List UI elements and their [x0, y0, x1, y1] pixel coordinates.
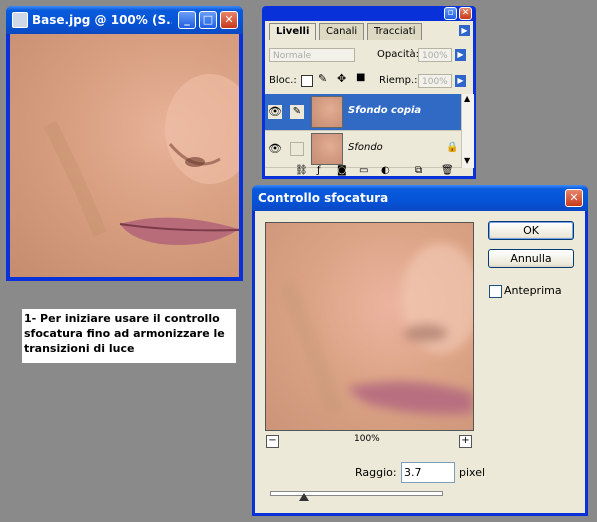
new-layer-icon[interactable]: ⧉ — [415, 165, 422, 176]
radius-unit: pixel — [459, 466, 486, 479]
radius-label: Raggio: — [355, 466, 397, 479]
blur-preview[interactable] — [265, 222, 474, 431]
layer-thumbnail — [311, 133, 343, 165]
visibility-eye-icon[interactable]: 👁 — [268, 142, 282, 156]
new-group-icon[interactable]: ▭ — [359, 165, 368, 176]
blend-mode-select[interactable]: Normale — [269, 48, 355, 62]
document-icon — [12, 12, 28, 28]
zoom-level: 100% — [354, 434, 380, 444]
scroll-up-icon[interactable]: ▲ — [464, 94, 470, 103]
dialog-close-button[interactable]: ✕ — [565, 189, 583, 207]
opacity-label: Opacità: — [377, 49, 420, 60]
radius-slider-track[interactable] — [270, 491, 443, 496]
panel-menu-arrow-icon[interactable]: ▶ — [459, 25, 470, 36]
lock-brush-icon[interactable]: ✎ — [318, 72, 327, 85]
layers-scrollbar[interactable]: ▲ ▼ — [461, 94, 474, 168]
close-button[interactable]: ✕ — [220, 11, 238, 29]
fill-field[interactable]: 100% — [418, 74, 452, 88]
layer-row-sfondo-copia[interactable]: 👁 ✎ Sfondo copia — [265, 94, 461, 131]
opacity-field[interactable]: 100% — [418, 48, 452, 62]
lock-move-icon[interactable]: ✥ — [337, 72, 346, 85]
image-window: Base.jpg @ 100% (S... _ □ ✕ — [6, 6, 243, 281]
trash-icon[interactable]: 🗑 — [441, 165, 454, 176]
link-box[interactable] — [290, 142, 304, 156]
image-window-titlebar[interactable]: Base.jpg @ 100% (S... _ □ ✕ — [6, 6, 243, 34]
radius-slider-thumb[interactable] — [299, 493, 310, 501]
blurred-face-preview — [277, 243, 473, 416]
layer-row-sfondo[interactable]: 👁 Sfondo 🔒 — [265, 131, 461, 168]
tab-paths[interactable]: Tracciati — [367, 23, 423, 40]
lock-icon: 🔒 — [446, 142, 459, 153]
paint-brush-icon: ✎ — [290, 105, 304, 119]
cancel-button[interactable]: Annulla — [488, 249, 574, 268]
tab-layers[interactable]: Livelli — [269, 23, 317, 40]
visibility-eye-icon[interactable]: 👁 — [268, 105, 282, 119]
radius-input[interactable] — [401, 462, 455, 483]
face-photo-canvas[interactable] — [10, 34, 239, 277]
maximize-button[interactable]: □ — [199, 11, 217, 29]
instruction-note: 1- Per iniziare usare il controllo sfoca… — [22, 309, 236, 363]
ok-button[interactable]: OK — [488, 221, 574, 240]
face-photo — [43, 74, 239, 245]
lock-transparency-icon[interactable] — [301, 75, 313, 87]
blur-dialog-title: Controllo sfocatura — [258, 191, 389, 205]
layer-name: Sfondo copia — [348, 105, 422, 116]
preview-checkbox[interactable] — [489, 285, 502, 298]
layer-thumbnail — [311, 96, 343, 128]
adjustment-layer-icon[interactable]: ◐ — [381, 165, 390, 176]
panel-close-button[interactable]: ✕ — [459, 7, 472, 20]
image-window-title: Base.jpg @ 100% (S... — [32, 13, 172, 27]
fill-arrow-icon[interactable]: ▶ — [455, 75, 466, 87]
layer-style-icon[interactable]: ƒ — [317, 165, 321, 176]
fill-label: Riemp.: — [379, 75, 418, 86]
zoom-in-button[interactable]: + — [459, 435, 472, 448]
lock-label: Bloc.: — [269, 75, 297, 86]
layer-name: Sfondo — [348, 142, 383, 153]
layers-footer: ⛓ ƒ ◙ ▭ ◐ ⧉ 🗑 — [265, 165, 473, 176]
opacity-arrow-icon[interactable]: ▶ — [455, 49, 466, 61]
minimize-button[interactable]: _ — [178, 11, 196, 29]
blur-dialog-titlebar[interactable]: Controllo sfocatura ✕ — [252, 185, 588, 211]
zoom-out-button[interactable]: − — [266, 435, 279, 448]
tab-channels[interactable]: Canali — [319, 23, 365, 40]
layers-panel: ▫ ✕ Livelli Canali Tracciati ▶ Normale O… — [262, 6, 476, 179]
panel-minimize-button[interactable]: ▫ — [444, 7, 457, 20]
blur-dialog: Controllo sfocatura ✕ OK Annulla Antepri… — [252, 185, 588, 516]
link-layers-icon[interactable]: ⛓ — [295, 165, 308, 176]
lock-all-icon[interactable]: ■ — [356, 72, 365, 83]
scroll-down-icon[interactable]: ▼ — [464, 156, 470, 165]
preview-label: Anteprima — [504, 284, 562, 297]
layer-mask-icon[interactable]: ◙ — [337, 165, 347, 176]
